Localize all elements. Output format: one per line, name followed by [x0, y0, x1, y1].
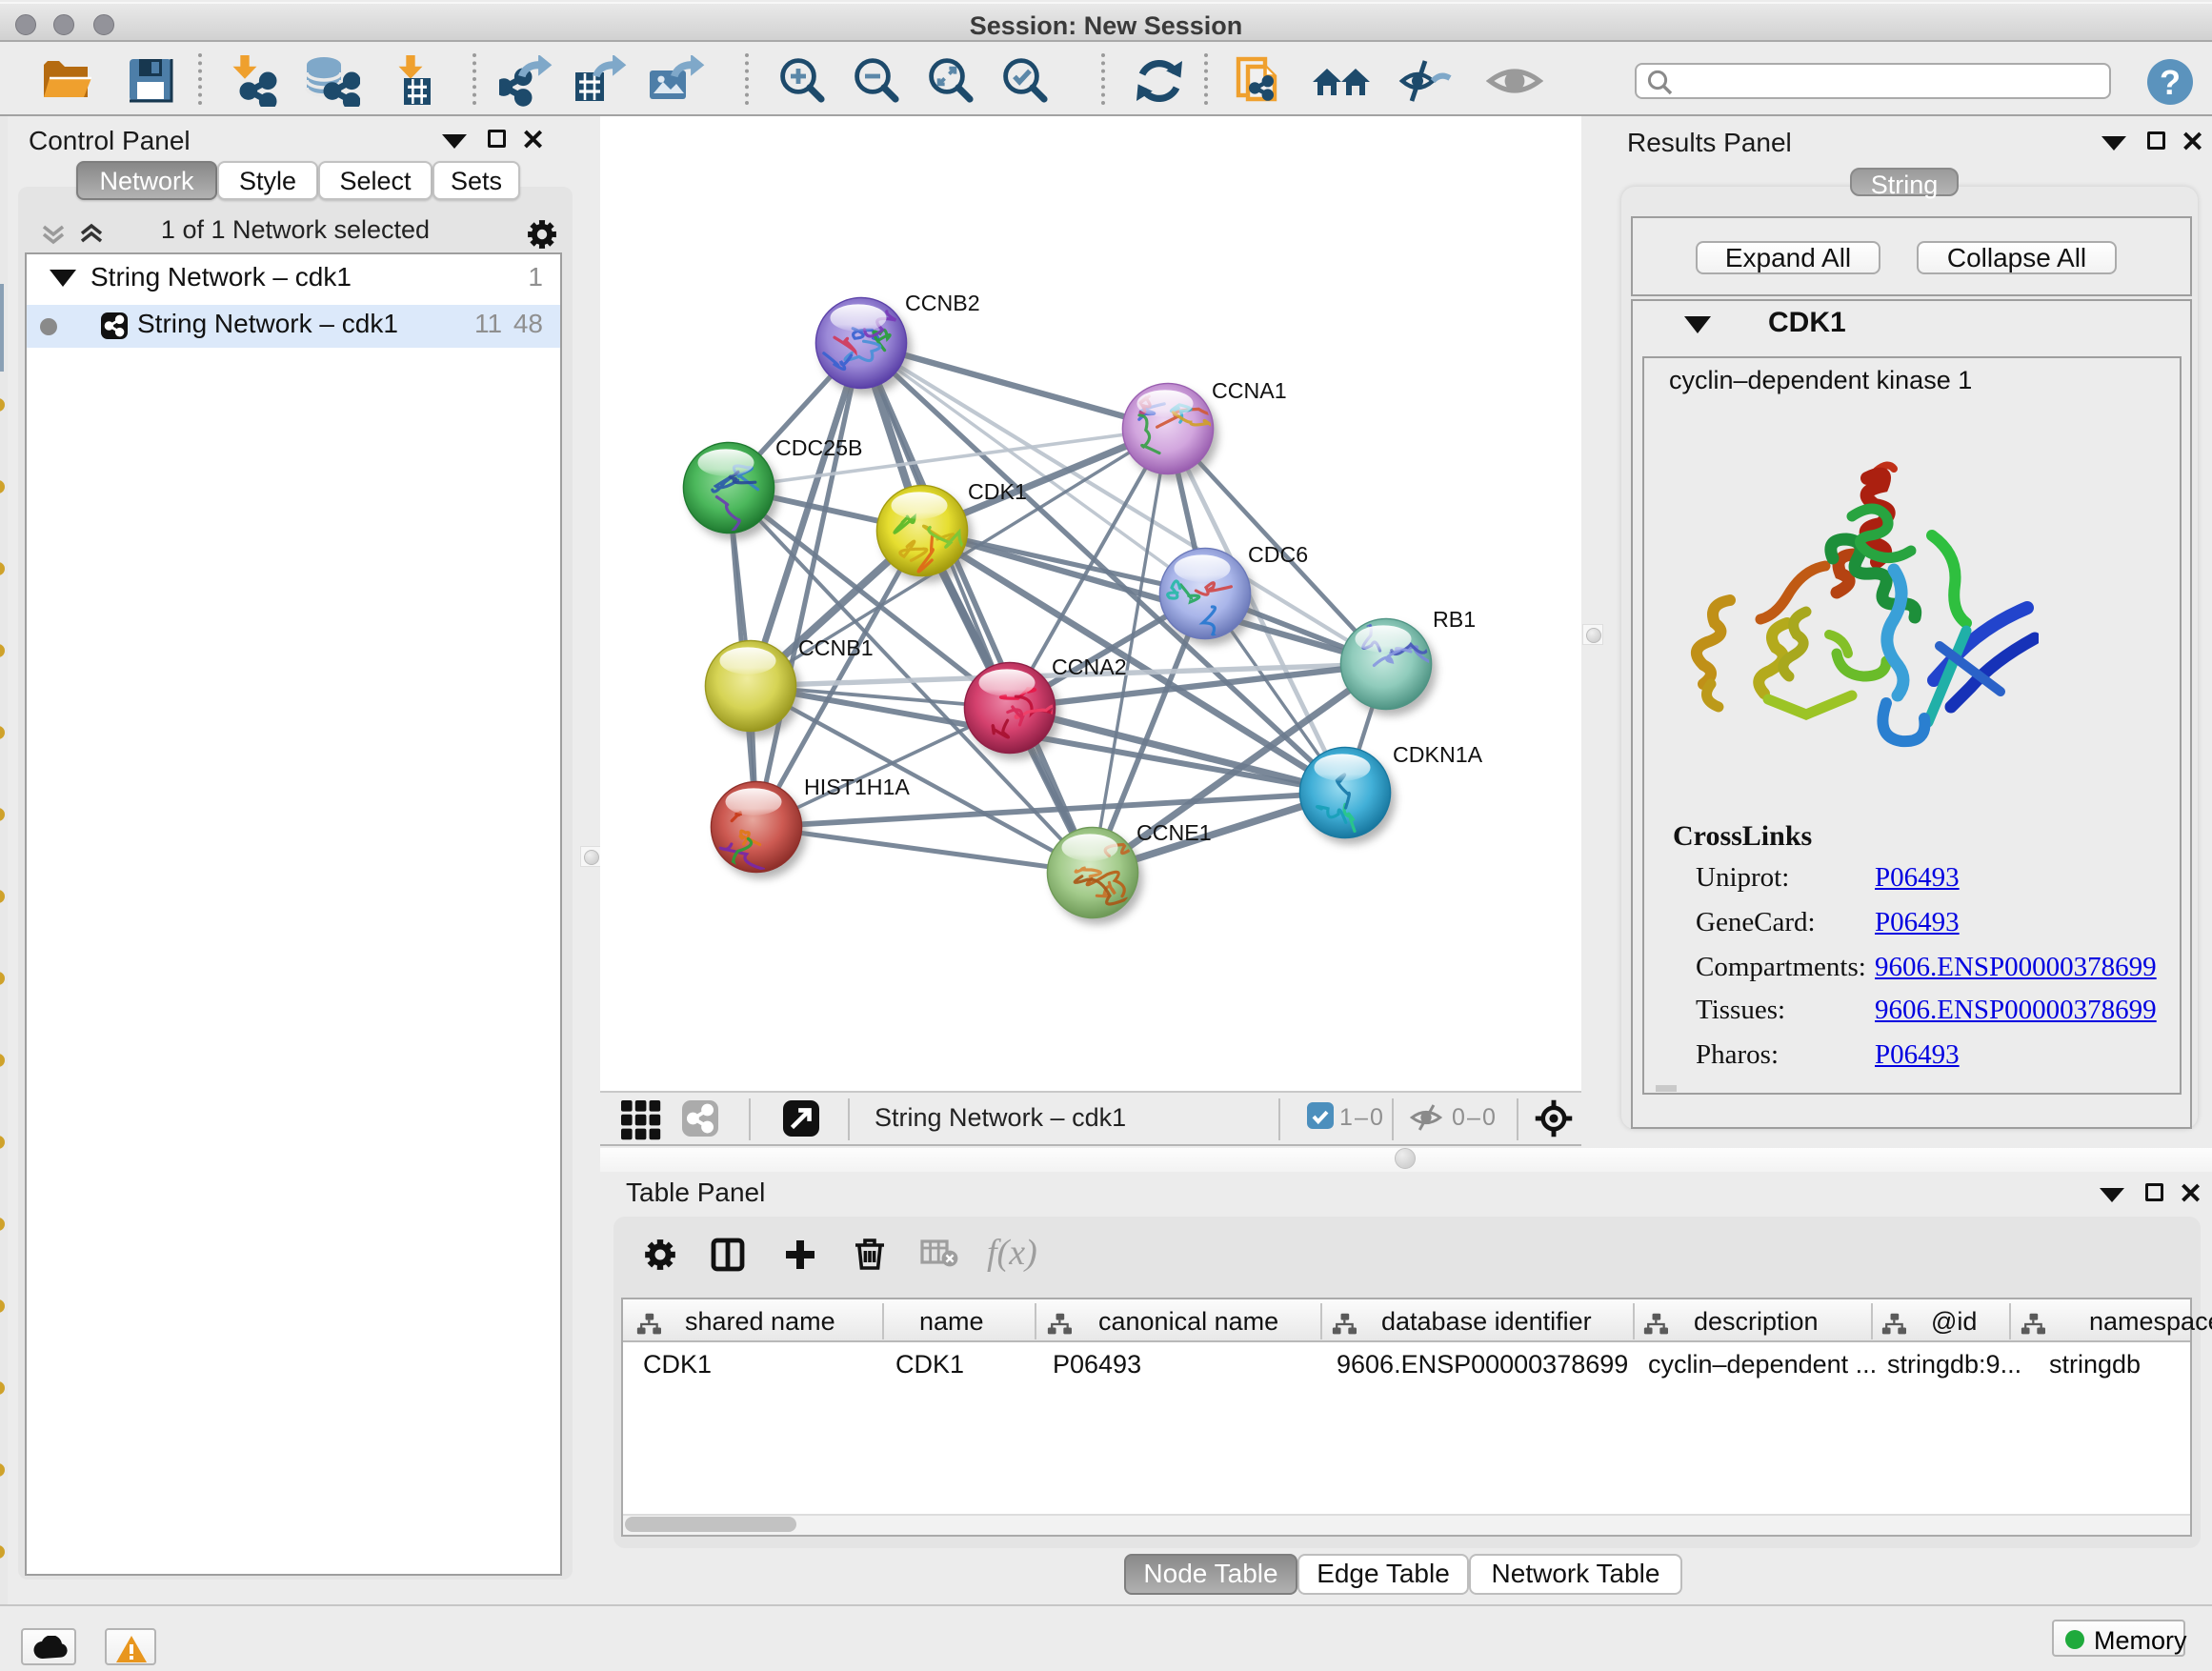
svg-text:CDK1: CDK1: [968, 479, 1027, 504]
svg-text:CCNA2: CCNA2: [1052, 654, 1127, 679]
svg-text:CCNB1: CCNB1: [798, 635, 874, 660]
svg-text:CCNE1: CCNE1: [1136, 820, 1212, 845]
svg-text:CDKN1A: CDKN1A: [1393, 742, 1483, 767]
svg-text:CDC6: CDC6: [1248, 542, 1308, 567]
svg-text:RB1: RB1: [1433, 607, 1476, 632]
svg-text:CDC25B: CDC25B: [775, 435, 863, 460]
svg-text:CCNA1: CCNA1: [1212, 378, 1287, 403]
svg-text:?: ?: [2160, 63, 2181, 102]
svg-text:HIST1H1A: HIST1H1A: [804, 775, 910, 799]
svg-text:CCNB2: CCNB2: [905, 291, 980, 315]
